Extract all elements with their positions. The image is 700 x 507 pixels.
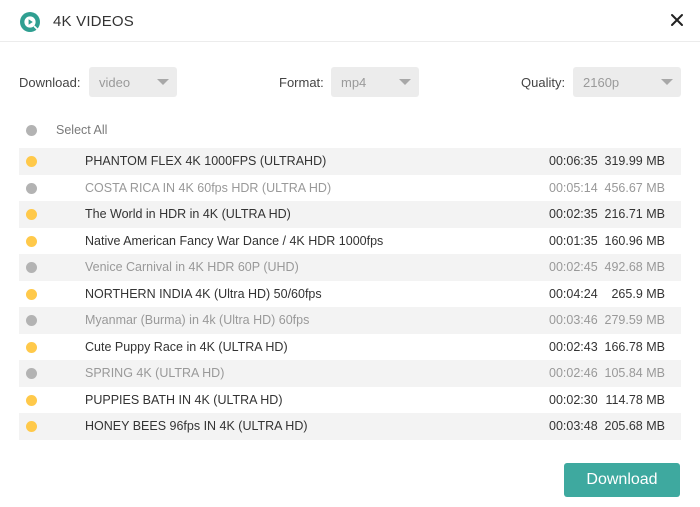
video-title: COSTA RICA IN 4K 60fps HDR (ULTRA HD) — [85, 180, 332, 195]
video-row[interactable]: SPRING 4K (ULTRA HD) 00:02:46 105.84 MB — [19, 360, 681, 387]
video-select-radio[interactable] — [26, 156, 37, 167]
video-row[interactable]: Venice Carnival in 4K HDR 60P (UHD) 00:02… — [19, 254, 681, 281]
video-select-radio[interactable] — [26, 368, 37, 379]
video-title: NORTHERN INDIA 4K (Ultra HD) 50/60fps — [85, 286, 322, 301]
video-title: SPRING 4K (ULTRA HD) — [85, 366, 225, 380]
video-size: 279.59 MB — [604, 313, 665, 327]
options-row: Download: video Format: mp4 Quality: 216… — [0, 67, 700, 97]
video-title: PHANTOM FLEX 4K 1000FPS (ULTRAHD) — [85, 154, 327, 168]
video-size: 160.96 MB — [604, 233, 665, 248]
video-select-radio[interactable] — [26, 182, 37, 194]
video-row[interactable]: NORTHERN INDIA 4K (Ultra HD) 50/60fps 00:… — [19, 281, 681, 308]
download-type-select[interactable]: video — [89, 67, 177, 97]
quality-label: Quality: — [521, 75, 566, 90]
select-all-label: Select All — [56, 123, 108, 137]
video-size: 114.78 MB — [605, 392, 665, 407]
video-size: 166.78 MB — [604, 339, 665, 354]
video-select-radio[interactable] — [26, 341, 37, 353]
quality-value: 2160p — [583, 75, 620, 90]
format-value: mp4 — [341, 75, 367, 90]
chevron-down-icon — [157, 79, 169, 85]
video-size: 216.71 MB — [604, 207, 665, 221]
select-all-radio[interactable] — [26, 125, 37, 136]
video-size: 205.68 MB — [604, 419, 665, 433]
video-select-radio[interactable] — [26, 394, 37, 406]
video-select-radio[interactable] — [26, 235, 37, 247]
video-select-radio[interactable] — [26, 262, 37, 273]
window-title: 4K VIDEOS — [53, 13, 134, 30]
video-title: HONEY BEES 96fps IN 4K (ULTRA HD) — [85, 419, 308, 433]
video-size: 456.67 MB — [604, 180, 665, 195]
video-row[interactable]: PUPPIES BATH IN 4K (ULTRA HD) 00:02:30 114… — [19, 387, 681, 414]
video-row[interactable]: Myanmar (Burma) in 4k (Ultra HD) 60fps 00… — [19, 307, 681, 334]
video-select-radio[interactable] — [26, 288, 37, 300]
video-duration: 00:05:14 — [549, 180, 598, 195]
video-select-radio[interactable] — [26, 421, 37, 432]
format-select[interactable]: mp4 — [331, 67, 419, 97]
video-size: 319.99 MB — [604, 154, 665, 168]
quality-select[interactable]: 2160p — [573, 67, 681, 97]
video-size: 105.84 MB — [604, 366, 665, 380]
app-logo-icon — [20, 12, 40, 32]
video-row[interactable]: Cute Puppy Race in 4K (ULTRA HD) 00:02:43… — [19, 334, 681, 361]
video-duration: 00:03:46 — [549, 313, 598, 327]
video-row[interactable]: PHANTOM FLEX 4K 1000FPS (ULTRAHD) 00:06:3… — [19, 148, 681, 175]
video-size: 265.9 MB — [611, 286, 665, 301]
video-duration: 00:02:35 — [549, 207, 598, 221]
video-duration: 00:04:24 — [549, 286, 598, 301]
video-size: 492.68 MB — [604, 260, 665, 274]
format-label: Format: — [279, 75, 324, 90]
video-title: Native American Fancy War Dance / 4K HDR… — [85, 233, 384, 248]
video-duration: 00:02:45 — [549, 260, 598, 274]
download-type-value: video — [99, 75, 131, 90]
video-title: Myanmar (Burma) in 4k (Ultra HD) 60fps — [85, 313, 310, 327]
video-row[interactable]: HONEY BEES 96fps IN 4K (ULTRA HD) 00:03:4… — [19, 413, 681, 440]
video-select-radio[interactable] — [26, 209, 37, 220]
download-button[interactable]: Download — [564, 463, 680, 497]
video-list: PHANTOM FLEX 4K 1000FPS (ULTRAHD) 00:06:3… — [19, 148, 681, 440]
video-duration: 00:06:35 — [549, 154, 598, 168]
video-row[interactable]: Native American Fancy War Dance / 4K HDR… — [19, 228, 681, 255]
video-title: The World in HDR in 4K (ULTRA HD) — [85, 207, 291, 221]
close-icon[interactable] — [666, 9, 688, 31]
video-title: Cute Puppy Race in 4K (ULTRA HD) — [85, 339, 288, 354]
video-duration: 00:02:43 — [549, 339, 598, 354]
video-duration: 00:03:48 — [549, 419, 598, 433]
title-bar: 4K VIDEOS — [0, 0, 700, 42]
video-duration: 00:02:30 — [549, 392, 598, 407]
chevron-down-icon — [399, 79, 411, 85]
video-duration: 00:02:46 — [549, 366, 598, 380]
dialog-window: 4K VIDEOS Download: video Format: mp4 Qu… — [0, 0, 700, 507]
download-type-label: Download: — [19, 75, 81, 90]
video-title: Venice Carnival in 4K HDR 60P (UHD) — [85, 260, 299, 274]
video-select-radio[interactable] — [26, 315, 37, 326]
video-title: PUPPIES BATH IN 4K (ULTRA HD) — [85, 392, 283, 407]
video-duration: 00:01:35 — [549, 233, 598, 248]
video-row[interactable]: COSTA RICA IN 4K 60fps HDR (ULTRA HD) 00:… — [19, 175, 681, 202]
video-row[interactable]: The World in HDR in 4K (ULTRA HD) 00:02:3… — [19, 201, 681, 228]
chevron-down-icon — [661, 79, 673, 85]
